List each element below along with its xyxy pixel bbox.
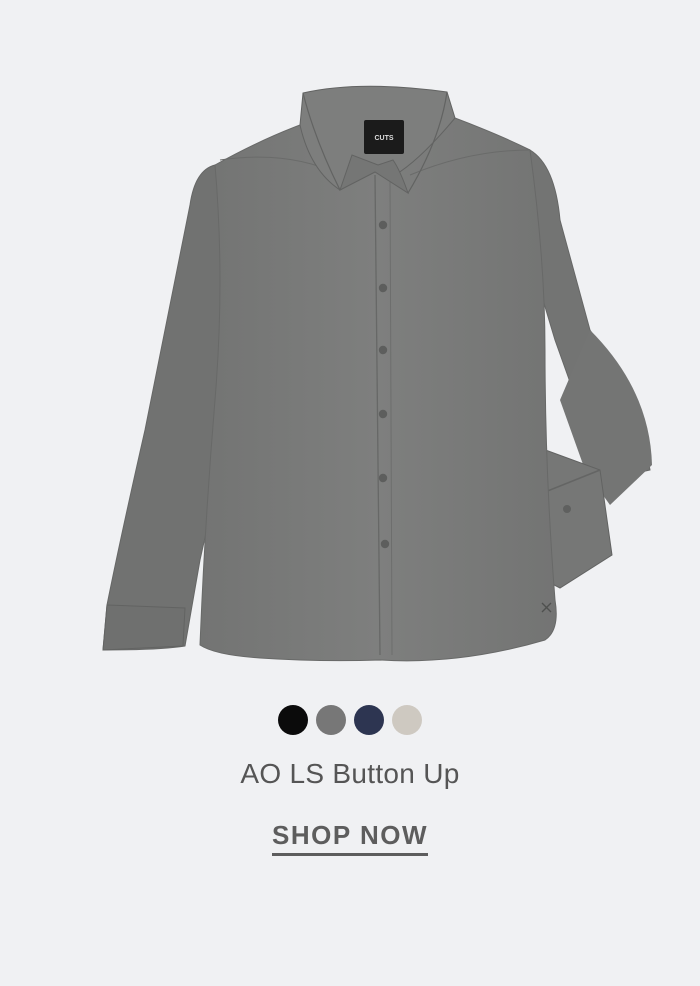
shirt-illustration: CUTS xyxy=(102,85,652,662)
shop-now-link[interactable]: SHOP NOW xyxy=(272,820,428,856)
swatch-navy[interactable] xyxy=(354,705,384,735)
swatch-stone[interactable] xyxy=(392,705,422,735)
product-card: CUTS AO LS Button Up SHOP NOW xyxy=(0,0,700,986)
svg-text:CUTS: CUTS xyxy=(374,135,393,142)
shirt-body xyxy=(199,117,557,662)
product-image[interactable]: CUTS xyxy=(0,0,700,690)
color-swatches xyxy=(0,705,700,735)
swatch-grey[interactable] xyxy=(316,705,346,735)
swatch-black[interactable] xyxy=(278,705,308,735)
product-name[interactable]: AO LS Button Up xyxy=(0,758,700,790)
shop-now-container: SHOP NOW xyxy=(0,820,700,856)
